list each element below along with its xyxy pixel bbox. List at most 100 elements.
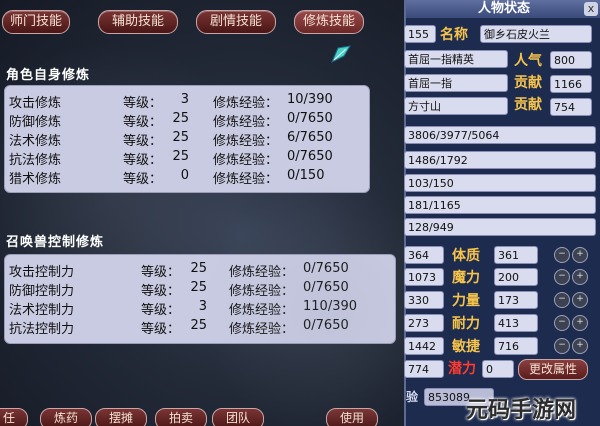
bottom-button-auction[interactable]: 拍卖 [155, 408, 207, 426]
potential-label: 潜力 [448, 361, 476, 377]
tab-assist-skills[interactable]: 辅助技能 [98, 10, 178, 34]
level-value: 3 [198, 299, 207, 314]
level-label: 等级： [141, 265, 181, 280]
attribute-minus-button[interactable]: − [554, 292, 570, 308]
skill-name: 抗法控制力 [9, 322, 75, 337]
cultivation-row: 法术修炼 等级： 25 修炼经验： 6/7650 [5, 130, 365, 149]
attribute-left-value: 330 [404, 291, 444, 309]
close-icon[interactable]: x [584, 2, 598, 16]
bottom-button-alchemy[interactable]: 炼药 [40, 408, 92, 426]
exp-label: 修炼经验： [213, 172, 279, 187]
level-label: 等级： [123, 172, 163, 187]
exp-label: 修炼经验： [213, 153, 279, 168]
skill-name: 攻击控制力 [9, 265, 75, 280]
bottom-button-task[interactable]: 任 [0, 408, 28, 426]
attribute-label: 体质 [452, 248, 480, 264]
level-value: 25 [190, 318, 207, 333]
exp-value: 0/7650 [287, 149, 333, 164]
exp-label: 修炼经验： [213, 115, 279, 130]
exp-value: 0/7650 [303, 261, 349, 276]
character-id-field: 155 [404, 25, 436, 43]
popularity-field: 800 [550, 51, 592, 69]
level-label: 等级： [141, 284, 181, 299]
level-label: 等级： [123, 134, 163, 149]
level-label: 等级： [123, 96, 163, 111]
exp-value: 0/7650 [287, 111, 333, 126]
attribute-value: 361 [494, 246, 538, 264]
cultivation-row: 抗法控制力 等级： 25 修炼经验： 0/7650 [5, 318, 391, 337]
attribute-value: 173 [494, 291, 538, 309]
attribute-value: 200 [494, 268, 538, 286]
tab-sect-skills[interactable]: 师门技能 [2, 10, 70, 34]
attribute-plus-button[interactable]: + [572, 315, 588, 331]
name-field: 御乡石皮火兰 [480, 25, 592, 43]
level-value: 0 [180, 168, 189, 183]
exp-label: 修炼经验： [213, 134, 279, 149]
skill-name: 防御控制力 [9, 284, 75, 299]
anger-bar-field: 103/150 [404, 174, 596, 192]
skill-name: 猎术修炼 [9, 172, 62, 187]
tab-story-skills[interactable]: 剧情技能 [196, 10, 276, 34]
cultivation-row: 攻击修炼 等级： 3 修炼经验： 10/390 [5, 92, 365, 111]
vitality-bar-field: 181/1165 [404, 196, 596, 214]
level-label: 等级： [123, 153, 163, 168]
attribute-value: 413 [494, 314, 538, 332]
attribute-plus-button[interactable]: + [572, 247, 588, 263]
attribute-left-value: 1442 [404, 337, 444, 355]
attribute-label: 敏捷 [452, 339, 480, 355]
attribute-minus-button[interactable]: − [554, 247, 570, 263]
contribution-label: 贡献 [514, 75, 542, 91]
potential-value: 0 [482, 360, 514, 378]
level-label: 等级： [141, 303, 181, 318]
cultivation-row: 抗法修炼 等级： 25 修炼经验： 0/7650 [5, 149, 365, 168]
exp-value: 0/150 [287, 168, 325, 183]
watermark-logo: 元码手游网 [466, 398, 577, 423]
attribute-plus-button[interactable]: + [572, 338, 588, 354]
status-window-title: 人物状态 [406, 0, 600, 18]
level-value: 25 [172, 149, 189, 164]
contribution-field: 1166 [550, 75, 592, 93]
attribute-label: 魔力 [452, 270, 480, 286]
skill-name: 攻击修炼 [9, 96, 62, 111]
attribute-plus-button[interactable]: + [572, 269, 588, 285]
bottom-button-use[interactable]: 使用 [326, 408, 378, 426]
skill-window: 师门技能 辅助技能 剧情技能 修炼技能 角色自身修炼 攻击修炼 等级： 3 修炼… [0, 0, 404, 426]
level-value: 25 [190, 280, 207, 295]
bottom-button-stall[interactable]: 摆摊 [95, 408, 147, 426]
level-value: 25 [172, 130, 189, 145]
skill-name: 抗法修炼 [9, 153, 62, 168]
attribute-minus-button[interactable]: − [554, 338, 570, 354]
name-label: 名称 [440, 27, 468, 43]
level-value: 25 [190, 261, 207, 276]
attribute-plus-button[interactable]: + [572, 292, 588, 308]
cultivation-row: 攻击控制力 等级： 25 修炼经验： 0/7650 [5, 261, 391, 280]
sect-field: 方寸山 [404, 97, 508, 115]
pet-cultivation-title: 召唤兽控制修炼 [6, 235, 105, 250]
change-attributes-button[interactable]: 更改属性 [518, 359, 588, 380]
self-cultivation-panel: 攻击修炼 等级： 3 修炼经验： 10/390 防御修炼 等级： 25 修炼经验… [4, 85, 370, 193]
attribute-label: 力量 [452, 293, 480, 309]
level-value: 3 [180, 92, 189, 107]
mp-bar-field: 1486/1792 [404, 151, 596, 169]
potential-left-value: 774 [404, 360, 444, 378]
exp-value: 110/390 [303, 299, 358, 314]
cultivation-row: 防御修炼 等级： 25 修炼经验： 0/7650 [5, 111, 365, 130]
pet-cultivation-panel: 攻击控制力 等级： 25 修炼经验： 0/7650 防御控制力 等级： 25 修… [4, 254, 396, 344]
cultivation-row: 猎术修炼 等级： 0 修炼经验： 0/150 [5, 168, 365, 187]
tab-cultivation-skills[interactable]: 修炼技能 [294, 10, 364, 34]
exp-label: 修炼经验： [213, 96, 279, 111]
rank-field: 首屈一指 [404, 74, 508, 92]
attribute-minus-button[interactable]: − [554, 315, 570, 331]
exp-value: 0/7650 [303, 280, 349, 295]
title-field: 首屈一指精英 [404, 50, 508, 68]
exp-label: 修炼经验： [229, 265, 295, 280]
exp-label: 修炼经验： [229, 303, 295, 318]
level-value: 25 [172, 111, 189, 126]
cultivation-row: 防御控制力 等级： 25 修炼经验： 0/7650 [5, 280, 391, 299]
exp-value: 0/7650 [303, 318, 349, 333]
skill-name: 法术修炼 [9, 134, 62, 149]
skill-name: 防御修炼 [9, 115, 62, 130]
level-label: 等级： [141, 322, 181, 337]
attribute-minus-button[interactable]: − [554, 269, 570, 285]
bottom-button-team[interactable]: 团队 [212, 408, 264, 426]
